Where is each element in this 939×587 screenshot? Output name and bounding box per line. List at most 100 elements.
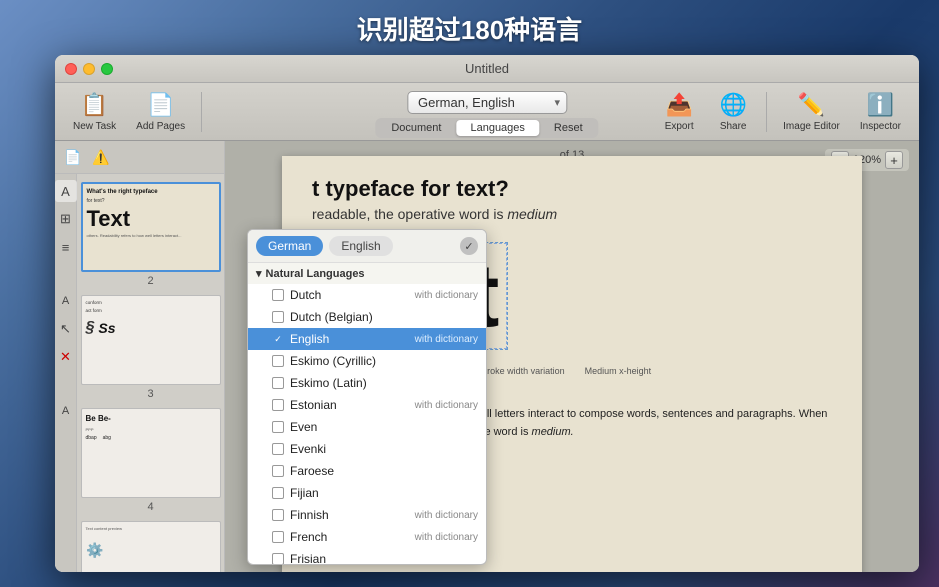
new-task-button[interactable]: 📋 New Task: [65, 87, 124, 136]
export-icon: 📤: [665, 91, 693, 119]
lang-name-0: Dutch: [290, 288, 321, 302]
lang-item-11[interactable]: Frenchwith dictionary: [248, 526, 486, 548]
lang-name-10: Finnish: [290, 508, 329, 522]
close-button[interactable]: [65, 63, 77, 75]
lang-name-5: Estonian: [290, 398, 337, 412]
lang-item-0[interactable]: Dutch with dictionary: [248, 284, 486, 306]
lang-item-12[interactable]: Frisian: [248, 548, 486, 564]
lang-dict-0: with dictionary: [415, 290, 478, 301]
lang-name-4: Eskimo (Latin): [290, 376, 367, 390]
image-editor-button[interactable]: ✏️ Image Editor: [775, 87, 848, 136]
language-control-area: German, English Document Languages Reset: [375, 91, 598, 138]
tab-languages[interactable]: Languages: [456, 120, 538, 136]
sidebar-settings-area: ⚙️: [81, 536, 220, 564]
lang-pill-german[interactable]: German: [256, 236, 323, 256]
lang-checkbox-7: [272, 443, 284, 455]
language-dropdown[interactable]: German, English: [407, 91, 567, 114]
lang-checkbox-12: [272, 553, 284, 564]
lang-dict-2: with dictionary: [415, 334, 478, 345]
toolbar: 📋 New Task 📄 Add Pages German, English D…: [55, 83, 919, 141]
window-controls: [65, 63, 113, 75]
lang-checkbox-6: [272, 421, 284, 433]
lang-checkbox-0: [272, 289, 284, 301]
tab-reset[interactable]: Reset: [540, 120, 597, 136]
page-thumb-3[interactable]: conform act form § Ss 3: [81, 295, 220, 400]
lang-checkbox-10: [272, 509, 284, 521]
settings-button[interactable]: ⚙️: [85, 540, 105, 560]
lang-item-6[interactable]: Even: [248, 416, 486, 438]
lang-item-10[interactable]: Finnish with dictionary: [248, 504, 486, 526]
window-title: Untitled: [465, 61, 509, 76]
align-icon[interactable]: ≡: [55, 236, 77, 258]
lang-checkbox-8: [272, 465, 284, 477]
sidebar-tool-1[interactable]: 📄: [61, 145, 85, 169]
lang-dict-10: with dictionary: [415, 510, 478, 521]
lang-name-7: Evenki: [290, 442, 326, 456]
add-pages-icon: 📄: [147, 91, 175, 119]
lang-item-1[interactable]: Dutch (Belgian): [248, 306, 486, 328]
lang-checkbox-11: [272, 531, 284, 543]
lang-item-3[interactable]: Eskimo (Cyrillic): [248, 350, 486, 372]
lang-popup-header: German English ✓: [248, 230, 486, 263]
text-mode-icon[interactable]: A: [55, 180, 77, 202]
thumb-img-2: What's the right typeface for text? Text…: [81, 182, 221, 272]
app-title: 识别超过180种语言: [0, 10, 939, 47]
page-num-3: 3: [147, 388, 153, 400]
thumb-img-4: Be Be- PPP dbap abg: [81, 408, 221, 498]
type-icon[interactable]: A: [55, 290, 77, 312]
separator1: [201, 92, 202, 132]
lang-name-9: Fijian: [290, 486, 319, 500]
delete-icon[interactable]: ✕: [55, 346, 77, 368]
page-list: What's the right typeface for text? Text…: [77, 174, 224, 572]
cursor-icon[interactable]: ↖: [55, 318, 77, 340]
lang-checkbox-2: ✓: [272, 333, 284, 345]
thumb-img-3: conform act form § Ss: [81, 295, 221, 385]
lang-name-6: Even: [290, 420, 317, 434]
doc-heading: t typeface for text?: [312, 176, 832, 202]
segment-tabs: Document Languages Reset: [375, 118, 598, 138]
lang-name-3: Eskimo (Cyrillic): [290, 354, 376, 368]
lang-name-8: Faroese: [290, 464, 334, 478]
lang-item-7[interactable]: Evenki: [248, 438, 486, 460]
sidebar-icon-a2[interactable]: A: [55, 400, 77, 422]
maximize-button[interactable]: [101, 63, 113, 75]
lang-item-9[interactable]: Fijian: [248, 482, 486, 504]
main-window: Untitled 📋 New Task 📄 Add Pages German, …: [55, 55, 919, 572]
lang-name-11: French: [290, 530, 327, 544]
lang-item-8[interactable]: Faroese: [248, 460, 486, 482]
lang-pill-english[interactable]: English: [329, 236, 392, 256]
lang-checkbox-4: [272, 377, 284, 389]
tab-document[interactable]: Document: [377, 120, 455, 136]
page-num-2: 2: [147, 275, 153, 287]
inspector-button[interactable]: ℹ️ Inspector: [852, 87, 909, 136]
share-icon: 🌐: [719, 91, 747, 119]
lang-name-2: English: [290, 332, 329, 346]
export-button[interactable]: 📤 Export: [654, 87, 704, 136]
new-task-icon: 📋: [81, 91, 109, 119]
vert-icon-bar: A ⊞ ≡ A ↖ ✕ A: [55, 174, 77, 572]
page-num-4: 4: [147, 501, 153, 513]
page-thumb-2[interactable]: What's the right typeface for text? Text…: [81, 182, 220, 287]
page-thumb-4[interactable]: Be Be- PPP dbap abg 4: [81, 408, 220, 513]
anno3: Medium x-height: [585, 366, 652, 376]
language-popup: German English ✓ Natural Languages Dutch…: [247, 229, 487, 565]
minimize-button[interactable]: [83, 63, 95, 75]
add-pages-button[interactable]: 📄 Add Pages: [128, 87, 193, 136]
share-button[interactable]: 🌐 Share: [708, 87, 758, 136]
lang-name-12: Frisian: [290, 552, 326, 564]
separator2: [766, 92, 767, 132]
lang-item-5[interactable]: Estonian with dictionary: [248, 394, 486, 416]
lang-item-4[interactable]: Eskimo (Latin): [248, 372, 486, 394]
lang-item-2[interactable]: ✓ English with dictionary: [248, 328, 486, 350]
grid-icon[interactable]: ⊞: [55, 208, 77, 230]
sidebar: 📄 ⚠️ A ⊞ ≡ A ↖ ✕ A: [55, 141, 225, 572]
lang-name-1: Dutch (Belgian): [290, 310, 373, 324]
lang-checkbox-3: [272, 355, 284, 367]
content-area: 📄 ⚠️ A ⊞ ≡ A ↖ ✕ A: [55, 141, 919, 572]
lang-checkbox-1: [272, 311, 284, 323]
zoom-in-button[interactable]: +: [885, 151, 903, 169]
lang-popup-close-button[interactable]: ✓: [460, 237, 478, 255]
lang-dict-5: with dictionary: [415, 400, 478, 411]
lang-checkbox-9: [272, 487, 284, 499]
sidebar-tool-2[interactable]: ⚠️: [89, 145, 113, 169]
